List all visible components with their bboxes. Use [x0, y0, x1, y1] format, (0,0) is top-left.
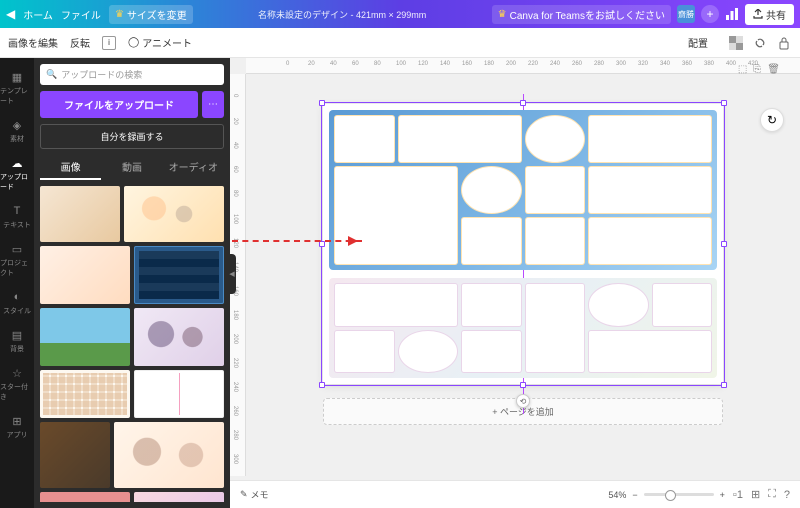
- grid-view-icon[interactable]: ⊞: [751, 488, 760, 501]
- thumb[interactable]: [124, 186, 224, 242]
- zoom-slider[interactable]: [644, 493, 714, 496]
- top-bar: ◀ ホーム ファイル ♛サイズを変更 名称未設定のデザイン - 421mm × …: [0, 0, 800, 28]
- thumb[interactable]: [40, 186, 120, 242]
- annotation-arrow: [232, 240, 362, 242]
- animate-button[interactable]: ◯アニメート: [128, 35, 192, 50]
- media-tabs: 画像 動画 オーディオ: [40, 155, 224, 180]
- zoom-label[interactable]: 54%: [608, 490, 626, 500]
- thumb[interactable]: [134, 246, 224, 304]
- file-menu[interactable]: ファイル: [61, 7, 101, 22]
- text-icon: T: [10, 204, 24, 218]
- star-icon: ☆: [10, 366, 24, 380]
- position-button[interactable]: 配置: [688, 35, 708, 50]
- page-count-icon[interactable]: ▫1: [733, 489, 743, 501]
- tab-audio[interactable]: オーディオ: [163, 155, 224, 180]
- panel-collapse-handle[interactable]: ◀: [228, 254, 236, 294]
- uploads-panel: 🔍アップロードの検索 ファイルをアップロード ⋯ 自分を録画する 画像 動画 オ…: [34, 58, 230, 508]
- lock-icon[interactable]: [776, 35, 792, 51]
- elements-icon: ◈: [10, 118, 24, 132]
- crown-icon: ♛: [498, 9, 507, 20]
- background-icon: ▤: [10, 328, 24, 342]
- side-rail: ▦テンプレート ◈素材 ☁アップロード Tテキスト ▭プロジェクト ◐スタイル …: [0, 58, 34, 508]
- analytics-icon[interactable]: [725, 7, 739, 21]
- resize-button[interactable]: ♛サイズを変更: [109, 5, 193, 24]
- thumb[interactable]: [40, 422, 110, 488]
- rotate-handle[interactable]: ⟲: [516, 394, 530, 408]
- rail-text[interactable]: Tテキスト: [0, 198, 34, 236]
- upload-icon: ☁: [10, 156, 24, 170]
- avatar[interactable]: 齋勝: [677, 5, 695, 23]
- collage-element-top[interactable]: [329, 110, 717, 270]
- info-icon[interactable]: i: [102, 36, 116, 50]
- bottom-bar: ✎ メモ 54% − + ▫1 ⊞ ⛶ ?: [230, 480, 800, 508]
- canvas-area: 0204060801001201401601802002202402602803…: [230, 58, 800, 508]
- thumb[interactable]: [40, 492, 130, 502]
- upload-file-button[interactable]: ファイルをアップロード: [40, 91, 198, 118]
- try-teams-button[interactable]: ♛Canva for Teamsをお試しください: [492, 5, 671, 24]
- thumb[interactable]: [40, 246, 130, 304]
- notes-button[interactable]: ✎ メモ: [240, 488, 269, 501]
- add-button[interactable]: +: [701, 5, 719, 23]
- thumb[interactable]: [114, 422, 224, 488]
- ruler-horizontal: 0204060801001201401601802002202402602803…: [246, 58, 800, 74]
- collage-element-bottom[interactable]: [329, 278, 717, 378]
- resize-handle[interactable]: [721, 382, 727, 388]
- crown-icon: ♛: [115, 9, 124, 20]
- animate-icon: ◯: [128, 37, 139, 48]
- context-toolbar: 画像を編集 反転 i ◯アニメート 配置: [0, 28, 800, 58]
- home-link[interactable]: ホーム: [23, 7, 53, 22]
- help-icon[interactable]: ?: [784, 489, 790, 501]
- thumb[interactable]: [40, 308, 130, 366]
- resize-handle[interactable]: [721, 241, 727, 247]
- share-button[interactable]: 共有: [745, 4, 794, 25]
- tab-videos[interactable]: 動画: [101, 155, 162, 180]
- thumb[interactable]: [40, 370, 130, 418]
- thumb[interactable]: [134, 492, 224, 502]
- document-title[interactable]: 名称未設定のデザイン - 421mm × 299mm: [193, 8, 492, 21]
- rail-styles[interactable]: ◐スタイル: [0, 284, 34, 322]
- flip-button[interactable]: 反転: [70, 35, 90, 50]
- transparency-icon[interactable]: [728, 35, 744, 51]
- rail-elements[interactable]: ◈素材: [0, 112, 34, 150]
- resize-handle[interactable]: [319, 100, 325, 106]
- rail-apps[interactable]: ⊞アプリ: [0, 408, 34, 446]
- tab-images[interactable]: 画像: [40, 155, 101, 180]
- resize-handle[interactable]: [721, 100, 727, 106]
- upload-more-button[interactable]: ⋯: [202, 91, 224, 118]
- templates-icon: ▦: [10, 70, 24, 84]
- apps-icon: ⊞: [10, 414, 24, 428]
- thumb[interactable]: [134, 308, 224, 366]
- rail-background[interactable]: ▤背景: [0, 322, 34, 360]
- rail-projects[interactable]: ▭プロジェクト: [0, 236, 34, 284]
- search-input[interactable]: 🔍アップロードの検索: [40, 64, 224, 85]
- zoom-in-icon[interactable]: +: [720, 490, 725, 500]
- record-button[interactable]: 自分を録画する: [40, 124, 224, 149]
- design-canvas[interactable]: ⟲: [323, 104, 723, 384]
- styles-icon: ◐: [10, 290, 24, 304]
- rail-templates[interactable]: ▦テンプレート: [0, 64, 34, 112]
- resize-handle[interactable]: [319, 382, 325, 388]
- thumb[interactable]: [134, 370, 224, 418]
- back-icon[interactable]: ◀: [6, 7, 15, 21]
- rail-starred[interactable]: ☆スター付き: [0, 360, 34, 408]
- rail-uploads[interactable]: ☁アップロード: [0, 150, 34, 198]
- fullscreen-icon[interactable]: ⛶: [768, 488, 776, 501]
- link-icon[interactable]: [752, 35, 768, 51]
- media-gallery: [40, 186, 224, 502]
- edit-image-button[interactable]: 画像を編集: [8, 35, 58, 50]
- projects-icon: ▭: [10, 242, 24, 256]
- search-icon: 🔍: [46, 69, 57, 80]
- zoom-out-icon[interactable]: −: [632, 490, 637, 500]
